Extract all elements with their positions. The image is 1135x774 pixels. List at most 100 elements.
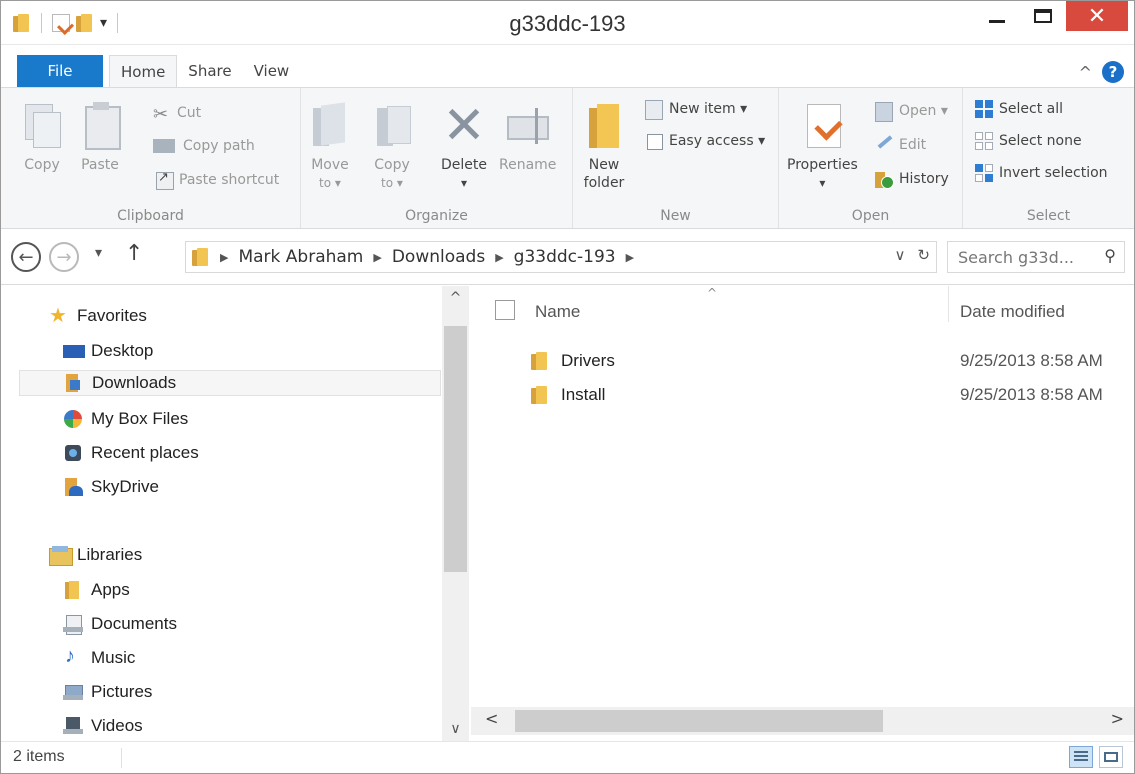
breadcrumb-separator-icon[interactable]: ▶ [220,251,228,264]
refresh-icon[interactable]: ↻ [917,246,930,264]
nav-item-label: Music [91,648,136,667]
nav-item-downloads[interactable]: Downloads [19,370,441,396]
nav-item-skydrive[interactable]: SkyDrive [63,474,159,500]
clipboard-group-label: Clipboard [117,208,184,224]
rename-icon [506,102,549,150]
new-folder-button[interactable]: New folder [583,102,625,192]
move-to-button[interactable]: Move to ▾ [309,102,351,192]
select-all-icon [975,100,993,118]
nav-item-label: Favorites [77,306,147,325]
scroll-left-arrow-icon[interactable]: < [485,709,498,728]
file-row[interactable]: Install [531,381,605,409]
nav-item-documents[interactable]: Documents [63,611,177,637]
column-divider[interactable] [948,286,949,322]
history-label: History [899,171,949,187]
recent-locations-button[interactable]: ▾ [95,245,102,261]
minimize-button[interactable] [974,1,1020,31]
videos-icon [63,717,83,735]
nav-pane-scrollbar[interactable]: ^ ∨ [442,286,469,741]
forward-button[interactable]: → [49,242,79,272]
back-button[interactable]: ← [11,242,41,272]
scroll-up-arrow-icon[interactable]: ^ [442,290,469,306]
address-dropdown-icon[interactable]: ∨ [894,246,905,264]
tab-file[interactable]: File [17,55,103,87]
tab-home[interactable]: Home [109,55,178,87]
file-row[interactable]: Drivers [531,347,615,375]
breadcrumb-separator-icon[interactable]: ▶ [495,251,503,264]
details-view-icon [1074,751,1088,763]
select-none-button[interactable]: Select none [975,132,1082,150]
cut-button[interactable]: ✂ Cut [153,104,201,125]
maximize-button[interactable] [1020,1,1066,31]
open-button[interactable]: Open ▾ [875,102,948,122]
status-separator [121,748,122,768]
search-placeholder: Search g33d... [958,247,1074,267]
desktop-icon [63,342,85,360]
nav-item-label: Documents [91,614,177,633]
scroll-right-arrow-icon[interactable]: > [1111,709,1124,728]
tab-view[interactable]: View [243,55,301,87]
invert-selection-button[interactable]: Invert selection [975,164,1108,182]
close-button[interactable]: ✕ [1066,1,1128,31]
nav-item-label: Pictures [91,682,153,701]
select-group-label: Select [1026,208,1071,224]
horizontal-scroll-thumb[interactable] [515,710,883,732]
scroll-down-arrow-icon[interactable]: ∨ [442,721,469,737]
copy-path-button[interactable]: Copy path [153,137,255,155]
search-icon[interactable]: ⚲ [1104,246,1116,265]
star-icon [49,303,69,328]
nav-item-favorites[interactable]: Favorites [49,303,147,329]
rename-button[interactable]: Rename [499,102,556,174]
column-header-name[interactable]: Name [535,286,580,338]
delete-label: Delete [441,157,487,173]
breadcrumb-item[interactable]: g33ddc-193 [514,247,616,267]
new-item-button[interactable]: New item ▾ [645,100,748,120]
select-none-label: Select none [999,133,1082,149]
copy-path-icon [153,137,177,155]
nav-item-apps[interactable]: Apps [63,577,130,603]
breadcrumb-separator-icon[interactable]: ▶ [626,251,634,264]
breadcrumb-item[interactable]: Downloads [392,247,485,267]
delete-dropdown-icon: ▾ [460,176,468,190]
nav-item-music[interactable]: Music [63,645,135,671]
search-input[interactable]: Search g33d... ⚲ [947,241,1125,273]
tab-share[interactable]: Share [177,55,242,87]
ribbon-tabs: File Home Share View [1,55,1134,87]
column-header-date-modified[interactable]: Date modified [960,286,1065,338]
properties-button[interactable]: Properties ▾ [787,102,858,192]
edit-label: Edit [899,137,927,153]
breadcrumb-item[interactable]: Mark Abraham [238,247,363,267]
nav-item-libraries[interactable]: Libraries [49,542,142,568]
select-all-button[interactable]: Select all [975,100,1063,118]
history-button[interactable]: History [875,170,949,189]
nav-item-desktop[interactable]: Desktop [63,338,153,364]
up-button[interactable]: ↑ [125,241,143,266]
recent-places-icon [63,444,83,462]
easy-access-button[interactable]: Easy access ▾ [645,132,765,150]
new-item-label: New item ▾ [669,101,748,117]
paste-button[interactable]: Paste [79,102,121,174]
paste-shortcut-button[interactable]: Paste shortcut [155,170,279,190]
invert-selection-icon [975,164,993,182]
copy-to-button[interactable]: Copy to ▾ [371,102,413,192]
breadcrumb-separator-icon[interactable]: ▶ [373,251,381,264]
edit-button[interactable]: Edit [875,136,926,154]
details-view-button[interactable] [1069,746,1093,768]
address-bar[interactable]: ▶ Mark Abraham ▶ Downloads ▶ g33ddc-193 … [185,241,937,273]
nav-item-pictures[interactable]: Pictures [63,679,152,705]
large-icons-view-button[interactable] [1099,746,1123,768]
copy-to-label: Copy [374,157,410,173]
delete-button[interactable]: ✕ Delete ▾ [441,100,487,192]
forward-arrow-icon: → [56,246,72,268]
nav-pane-scroll-thumb[interactable] [444,326,467,572]
nav-item-my-box-files[interactable]: My Box Files [63,406,188,432]
back-arrow-icon: ← [18,246,34,268]
help-icon[interactable]: ? [1102,61,1124,83]
select-all-checkbox[interactable] [495,300,515,320]
nav-item-videos[interactable]: Videos [63,713,143,739]
collapse-ribbon-icon[interactable]: ^ [1079,63,1092,82]
file-list-horizontal-scrollbar[interactable]: < > [471,707,1134,735]
copy-button[interactable]: Copy [21,102,63,174]
open-group: Properties ▾ Open ▾ Edit History Open [779,88,963,228]
nav-item-recent-places[interactable]: Recent places [63,440,199,466]
